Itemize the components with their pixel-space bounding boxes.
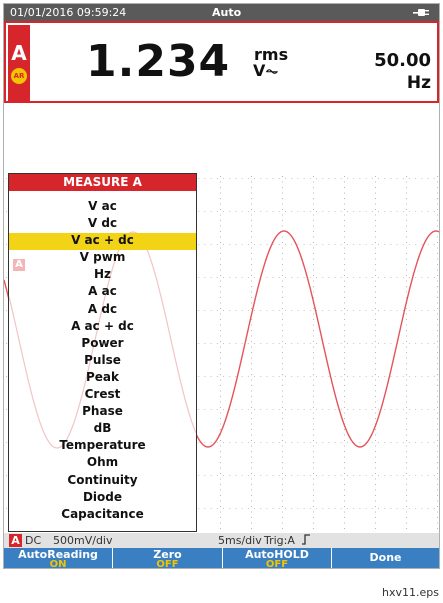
- softkey-bar: AutoReading ON Zero OFF AutoHOLD OFF Done: [4, 548, 439, 569]
- menu-item-peak[interactable]: Peak: [9, 370, 196, 387]
- menu-item-db[interactable]: dB: [9, 421, 196, 438]
- trigger-source: Trig:A: [264, 534, 295, 547]
- softkey-zero-button[interactable]: Zero OFF: [113, 548, 223, 569]
- status-bar: 01/01/2016 09:59:24 Auto: [4, 4, 439, 21]
- main-reading-panel: A AR 1.234 rms V⏦ 50.00 Hz: [4, 21, 439, 103]
- softkey-state: OFF: [156, 559, 179, 569]
- softkey-autohold-button[interactable]: AutoHOLD OFF: [223, 548, 332, 569]
- frequency-unit: Hz: [406, 73, 431, 93]
- softkey-state: OFF: [265, 559, 289, 569]
- menu-item-hz[interactable]: Hz: [9, 267, 196, 284]
- menu-item-v-dc[interactable]: V dc: [9, 216, 196, 233]
- menu-item-diode[interactable]: Diode: [9, 490, 196, 507]
- menu-item-temperature[interactable]: Temperature: [9, 438, 196, 455]
- channel-a-tag: A AR: [8, 25, 30, 101]
- frequency-value: 50.00: [374, 50, 431, 71]
- measure-a-menu[interactable]: MEASURE A V ac V dc V ac + dc V pwm Hz A ac A …: [8, 173, 197, 532]
- scope-settings-bar: A DC 500mV/div 5ms/div Trig:A: [4, 533, 439, 548]
- time-per-div: 5ms/div: [218, 534, 262, 547]
- menu-item-v-ac[interactable]: V ac: [9, 199, 196, 216]
- coupling-label: DC: [25, 534, 42, 547]
- auto-range-badge: AR: [11, 68, 27, 84]
- menu-item-capacitance[interactable]: Capacitance: [9, 507, 196, 524]
- menu-item-a-dc[interactable]: A dc: [9, 302, 196, 319]
- softkey-autoreading-button[interactable]: AutoReading ON: [4, 548, 113, 569]
- scope-meter-screen: 01/01/2016 09:59:24 Auto A AR 1.234 rms …: [3, 3, 440, 569]
- menu-item-crest[interactable]: Crest: [9, 387, 196, 404]
- menu-item-v-pwm[interactable]: V pwm: [9, 250, 196, 267]
- trace-marker-a: A: [13, 259, 25, 271]
- softkey-state: ON: [49, 559, 67, 569]
- softkey-label: Done: [369, 551, 402, 564]
- mode-label: Auto: [212, 6, 242, 19]
- menu-title: MEASURE A: [9, 174, 196, 191]
- measurement-unit-vacdc: V⏦: [253, 61, 279, 80]
- menu-item-a-ac-dc[interactable]: A ac + dc: [9, 319, 196, 336]
- date-time: 01/01/2016 09:59:24: [10, 6, 127, 19]
- menu-item-power[interactable]: Power: [9, 336, 196, 353]
- menu-item-a-ac[interactable]: A ac: [9, 284, 196, 301]
- menu-item-ohm[interactable]: Ohm: [9, 455, 196, 472]
- menu-item-phase[interactable]: Phase: [9, 404, 196, 421]
- measurement-value: 1.234: [86, 36, 231, 87]
- channel-label: A: [11, 41, 27, 65]
- trigger-label: Trig:A: [264, 533, 311, 548]
- softkey-done-button[interactable]: Done: [332, 548, 439, 568]
- rising-edge-icon: [302, 534, 311, 545]
- menu-item-continuity[interactable]: Continuity: [9, 473, 196, 490]
- info-channel-tag: A: [9, 534, 22, 547]
- menu-item-pulse[interactable]: Pulse: [9, 353, 196, 370]
- volts-per-div: 500mV/div: [53, 534, 113, 547]
- menu-item-v-ac-dc[interactable]: V ac + dc: [9, 233, 196, 251]
- menu-items: V ac V dc V ac + dc V pwm Hz A ac A dc A ac + d…: [9, 199, 196, 524]
- figure-caption: hxv11.eps: [382, 586, 439, 599]
- power-plug-icon: [413, 9, 429, 16]
